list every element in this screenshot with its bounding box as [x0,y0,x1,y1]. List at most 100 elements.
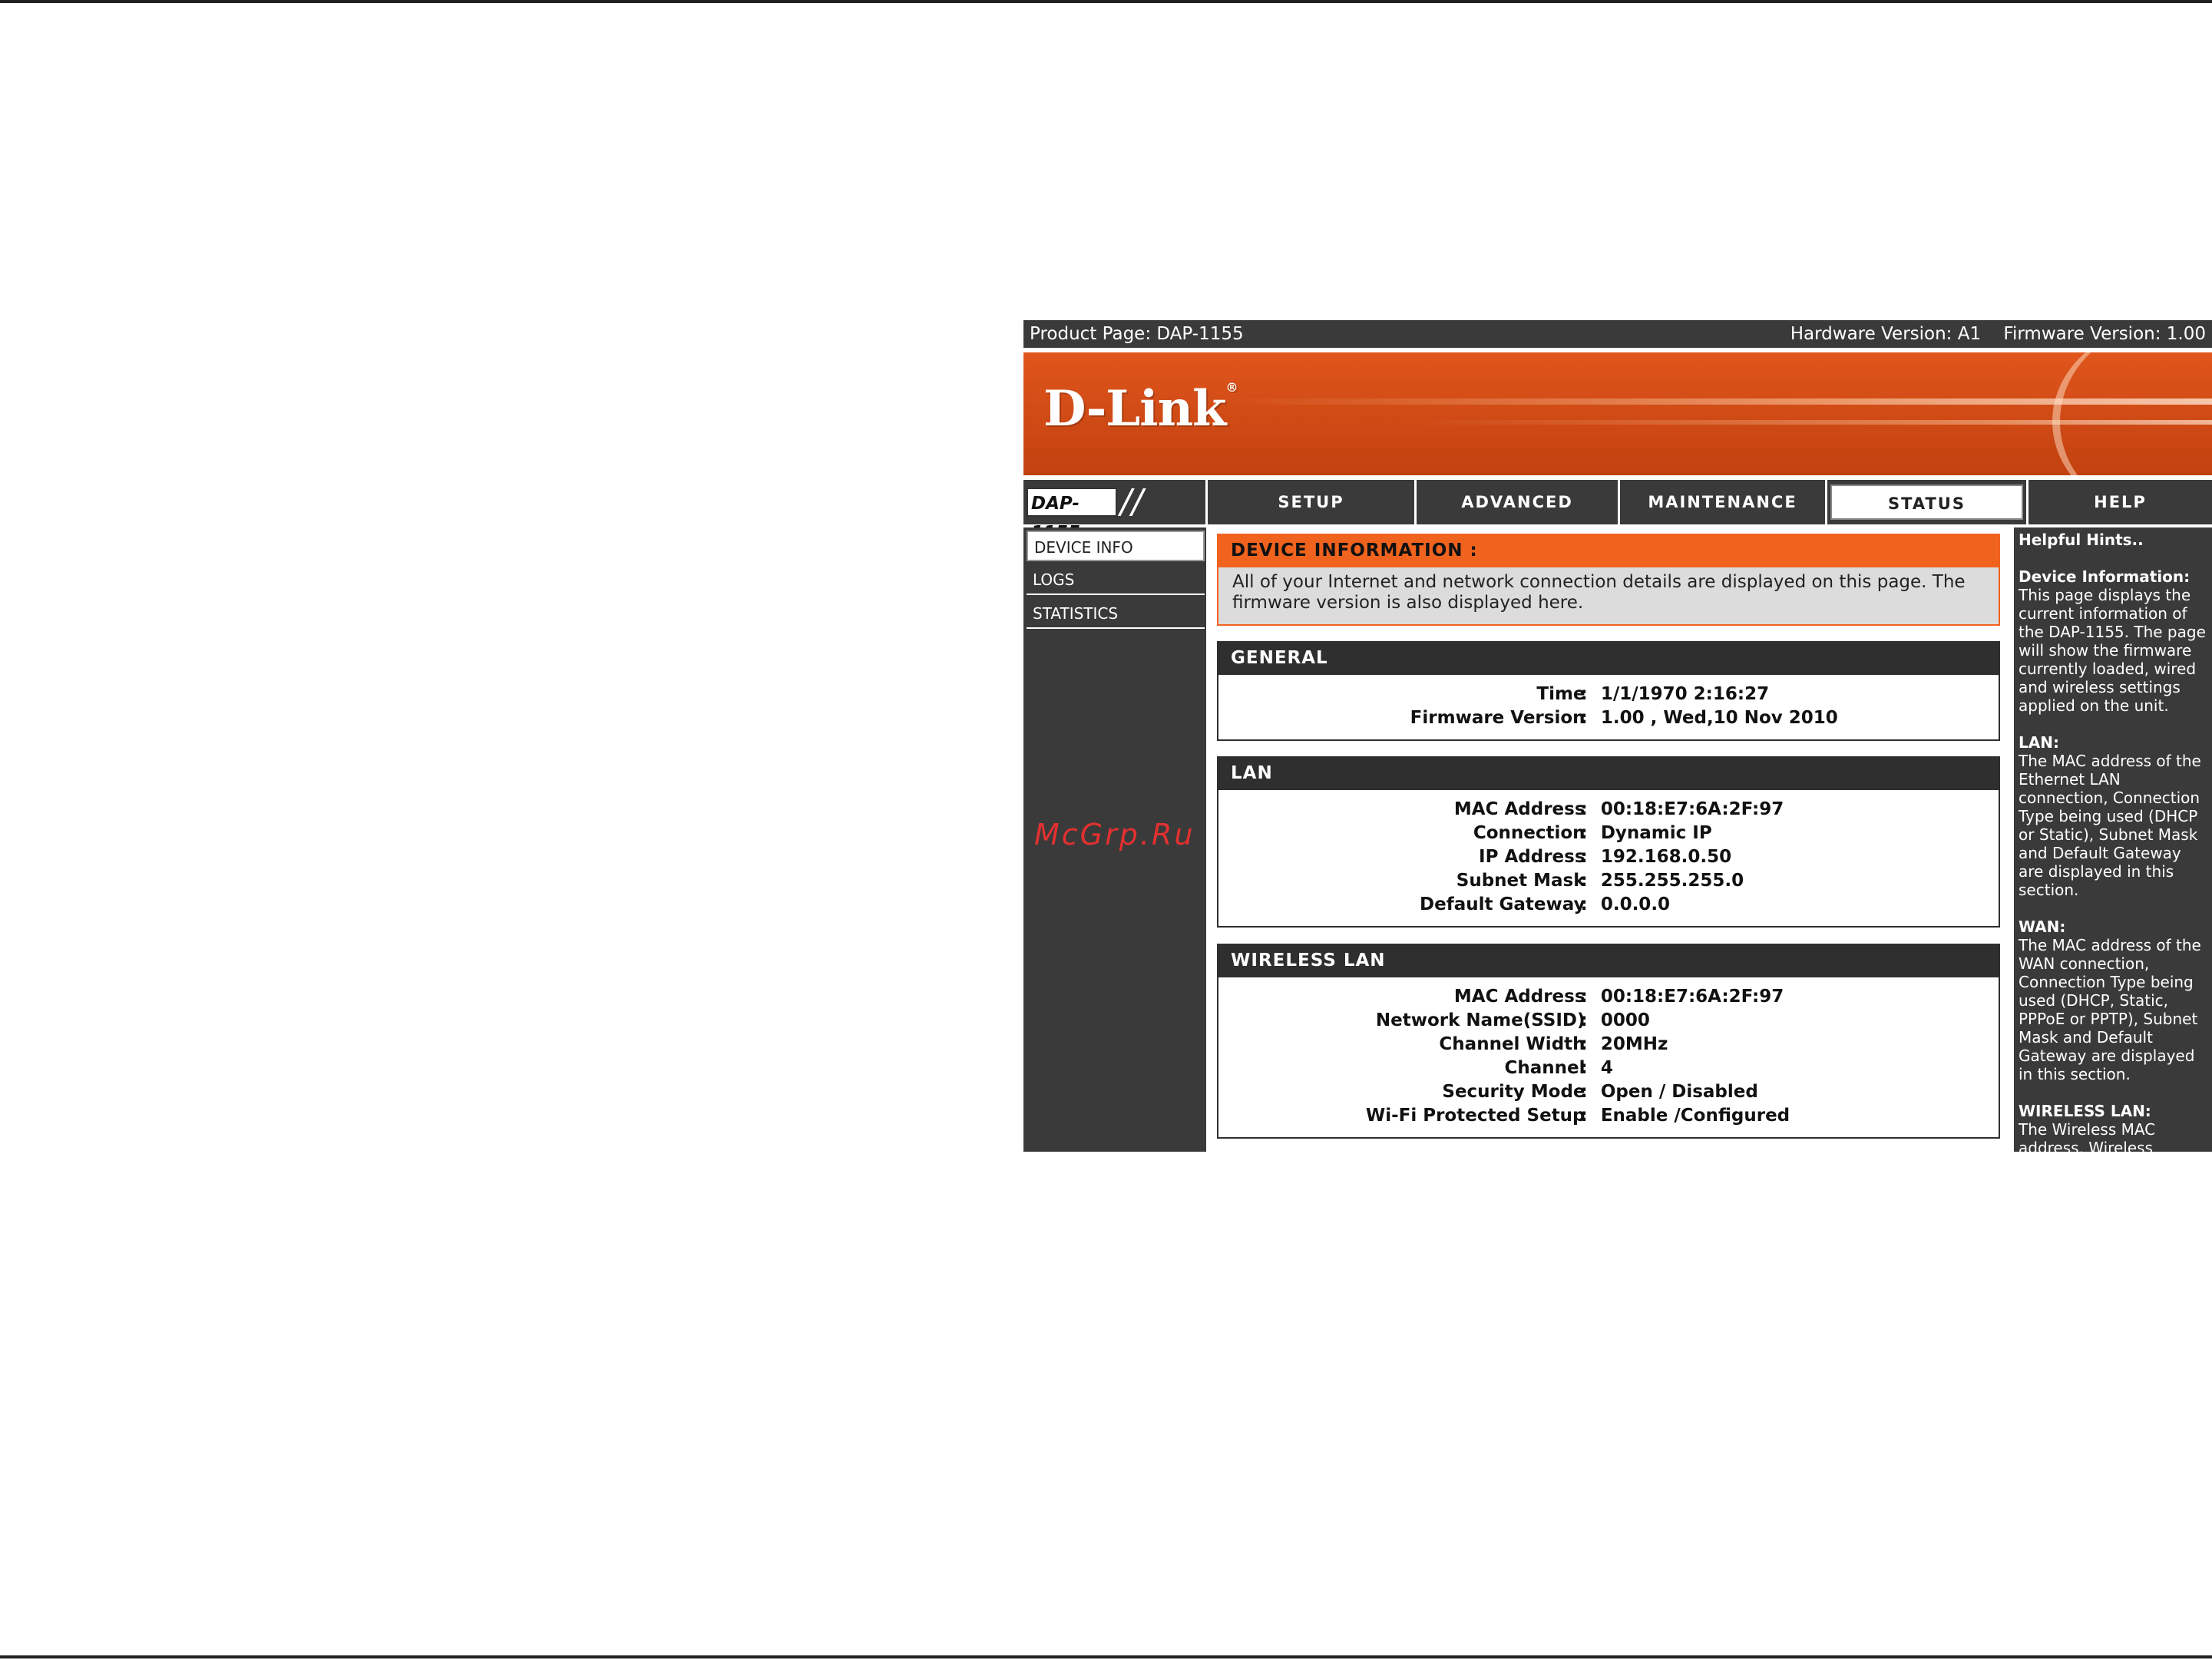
model-badge-area: DAP-1155 // [1023,480,1205,543]
kv-row-time: Time:1/1/1970 2:16:27 [1218,684,1999,708]
kv-value: 4 [1600,1058,1613,1078]
kv-row-channel: Channel:4 [1218,1058,1999,1082]
help-heading-wireless-lan: WIRELESS LAN: [2019,1102,2151,1120]
kv-row-channel-width: Channel Width:20MHz [1218,1034,1999,1058]
wireless-lan-panel: WIRELESS LAN MAC Address:00:18:E7:6A:2F:… [1217,944,2000,1139]
kv-row-wps: Wi-Fi Protected Setup: Enable /Configured [1218,1106,1999,1129]
kv-separator: : [1580,987,1588,1007]
kv-value: Enable /Configured [1600,1106,1790,1126]
kv-separator: : [1580,894,1588,914]
kv-value: 00:18:E7:6A:2F:97 [1600,799,1784,819]
panel-description: All of your Internet and network connect… [1217,567,2000,626]
help-heading-device-information: Device Information: [2019,567,2191,586]
help-content: Helpful Hints.. Device Information: This… [2019,531,2209,1152]
lan-panel: LAN MAC Address:00:18:E7:6A:2F:97 Connec… [1217,756,2000,928]
kv-row-ip-address: IP Address:192.168.0.50 [1218,847,1999,871]
kv-value: 1/1/1970 2:16:27 [1600,684,1770,704]
panel-title: LAN [1217,756,2000,790]
kv-separator: : [1580,1106,1588,1126]
watermark: McGrp.Ru [1034,818,1195,851]
kv-row-default-gateway: Default Gateway:0.0.0.0 [1218,894,1999,918]
help-text-device-information: This page displays the current informati… [2019,586,2206,715]
dlink-logo: D-Link® [1043,380,1238,438]
kv-label: Time [1536,684,1585,704]
tab-advanced[interactable]: ADVANCED [1414,480,1618,524]
sidebar-item-statistics[interactable]: STATISTICS [1027,598,1205,629]
kv-label: MAC Address [1453,799,1585,819]
kv-label: Wi-Fi Protected Setup [1365,1106,1585,1126]
kv-label: Firmware Version [1410,708,1585,728]
kv-value: 0.0.0.0 [1600,894,1671,914]
kv-separator: : [1580,1034,1588,1054]
help-heading-lan: LAN: [2019,733,2059,752]
kv-label: Subnet Mask [1456,871,1585,891]
panel-title: GENERAL [1217,641,2000,675]
kv-row-firmware-version: Firmware Version:1.00 , Wed,10 Nov 2010 [1218,708,1999,732]
double-slash-icon: // [1120,482,1143,521]
tab-maintenance[interactable]: MAINTENANCE [1618,480,1825,524]
version-info: Hardware Version: A1 Firmware Version: 1… [1774,320,2206,348]
kv-label: MAC Address [1453,987,1585,1007]
sidebar-item-device-info[interactable]: DEVICE INFO [1027,531,1205,561]
help-title: Helpful Hints.. [2019,531,2144,549]
kv-label: Security Mode [1442,1082,1585,1102]
kv-value: Dynamic IP [1600,823,1712,843]
banner-swoosh [2052,352,2212,475]
registered-mark: ® [1225,380,1238,395]
bottom-rule [0,1655,2212,1658]
help-text-wan: The MAC address of the WAN connection, C… [2019,936,2201,1083]
kv-row-wireless-mac: MAC Address:00:18:E7:6A:2F:97 [1218,987,1999,1010]
help-text-lan: The MAC address of the Ethernet LAN conn… [2019,752,2201,899]
kv-row-mac-address: MAC Address:00:18:E7:6A:2F:97 [1218,799,1999,823]
hardware-version: Hardware Version: A1 [1790,324,1982,344]
panel-title: WIRELESS LAN [1217,944,2000,977]
kv-value: 20MHz [1600,1034,1668,1054]
tab-help[interactable]: HELP [2026,480,2212,524]
kv-value: 1.00 , Wed,10 Nov 2010 [1600,708,1838,728]
help-text-wireless-lan: The Wireless MAC address, Wireless Netwo… [2019,1120,2156,1152]
kv-value: 192.168.0.50 [1600,847,1732,867]
kv-separator: : [1580,684,1588,704]
kv-label: Channel Width [1439,1034,1585,1054]
kv-separator: : [1580,799,1588,819]
kv-label: Network Name(SSID) [1375,1010,1585,1030]
sidebar: DEVICE INFO LOGS STATISTICS McGrp.Ru [1023,527,1206,1152]
help-heading-wan: WAN: [2019,918,2066,936]
firmware-version: Firmware Version: 1.00 [2003,324,2206,344]
kv-label: Default Gateway [1420,894,1585,914]
kv-separator: : [1580,871,1588,891]
main-nav: DAP-1155 // SETUP ADVANCED MAINTENANCE S… [1023,480,2212,543]
sidebar-item-logs[interactable]: LOGS [1027,564,1205,595]
kv-row-connection: Connection: Dynamic IP [1218,823,1999,847]
kv-value: 0000 [1600,1010,1650,1030]
logo-text: D-Link [1043,380,1226,438]
kv-separator: : [1580,708,1588,728]
general-details: Time:1/1/1970 2:16:27 Firmware Version:1… [1217,675,2000,741]
kv-row-security-mode: Security Mode: Open / Disabled [1218,1082,1999,1106]
tab-status-label: STATUS [1830,484,2023,520]
kv-row-ssid: Network Name(SSID):0000 [1218,1010,1999,1034]
top-rule [0,0,2212,3]
router-admin-window: Product Page: DAP-1155 Hardware Version:… [1023,320,2212,1152]
lan-details: MAC Address:00:18:E7:6A:2F:97 Connection… [1217,790,2000,928]
general-panel: GENERAL Time:1/1/1970 2:16:27 Firmware V… [1217,641,2000,741]
kv-separator: : [1580,1082,1588,1102]
kv-value: 00:18:E7:6A:2F:97 [1600,987,1784,1007]
kv-value: 255.255.255.0 [1600,871,1744,891]
kv-label: Connection [1473,823,1585,843]
wireless-lan-details: MAC Address:00:18:E7:6A:2F:97 Network Na… [1217,977,2000,1139]
helpful-hints-panel: Helpful Hints.. Device Information: This… [2014,527,2212,1152]
top-info-bar: Product Page: DAP-1155 Hardware Version:… [1023,320,2212,348]
tab-status[interactable]: STATUS [1825,480,2026,524]
kv-separator: : [1580,823,1588,843]
kv-label: IP Address [1479,847,1585,867]
product-page-label: Product Page: DAP-1155 [1030,324,1244,344]
device-information-panel: DEVICE INFORMATION : All of your Interne… [1217,534,2000,633]
tab-setup[interactable]: SETUP [1205,480,1414,524]
kv-value: Open / Disabled [1600,1082,1758,1102]
model-badge: DAP-1155 [1027,488,1117,543]
kv-row-subnet-mask: Subnet Mask:255.255.255.0 [1218,871,1999,894]
kv-separator: : [1580,1058,1588,1078]
panel-title: DEVICE INFORMATION : [1217,534,2000,567]
kv-separator: : [1580,847,1588,867]
